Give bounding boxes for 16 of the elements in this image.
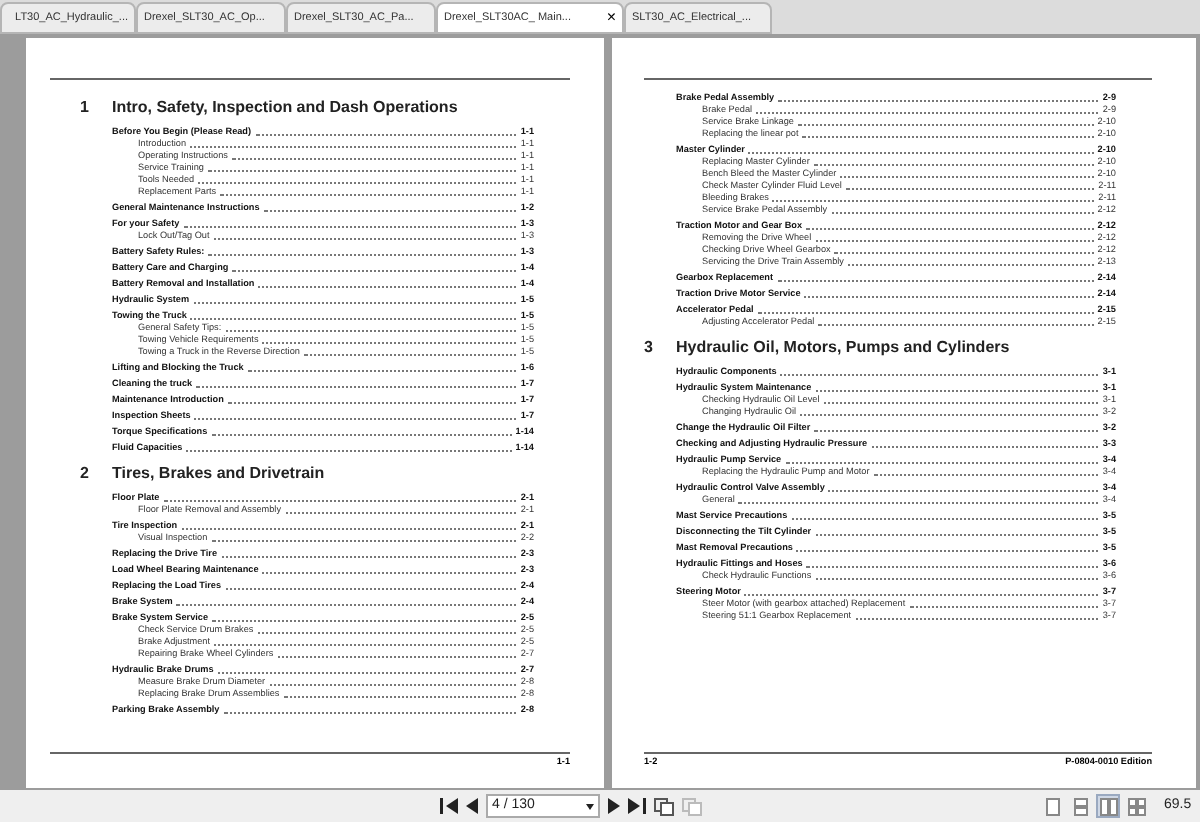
close-icon[interactable]: × — [606, 6, 616, 30]
chapter-number: 1 — [80, 96, 91, 120]
chapter-title[interactable]: Intro, Safety, Inspection and Dash Operations — [112, 96, 458, 120]
chapter-title[interactable]: Tires, Brakes and Drivetrain — [112, 462, 325, 486]
last-page-icon[interactable] — [628, 798, 646, 814]
continuous-pages-icon[interactable] — [1068, 794, 1092, 818]
first-page-icon[interactable] — [440, 798, 458, 814]
single-page-icon[interactable] — [1040, 794, 1064, 818]
previous-page-icon[interactable] — [466, 798, 478, 814]
chapter-number: 3 — [644, 336, 655, 360]
grid-pages-icon[interactable] — [1124, 794, 1148, 818]
chapter-number: 2 — [80, 462, 91, 486]
next-page-icon[interactable] — [608, 798, 620, 814]
chapter-title[interactable]: Hydraulic Oil, Motors, Pumps and Cylinders — [676, 336, 1010, 360]
dropdown-icon[interactable] — [586, 803, 594, 809]
two-pages-icon[interactable] — [1096, 794, 1120, 818]
